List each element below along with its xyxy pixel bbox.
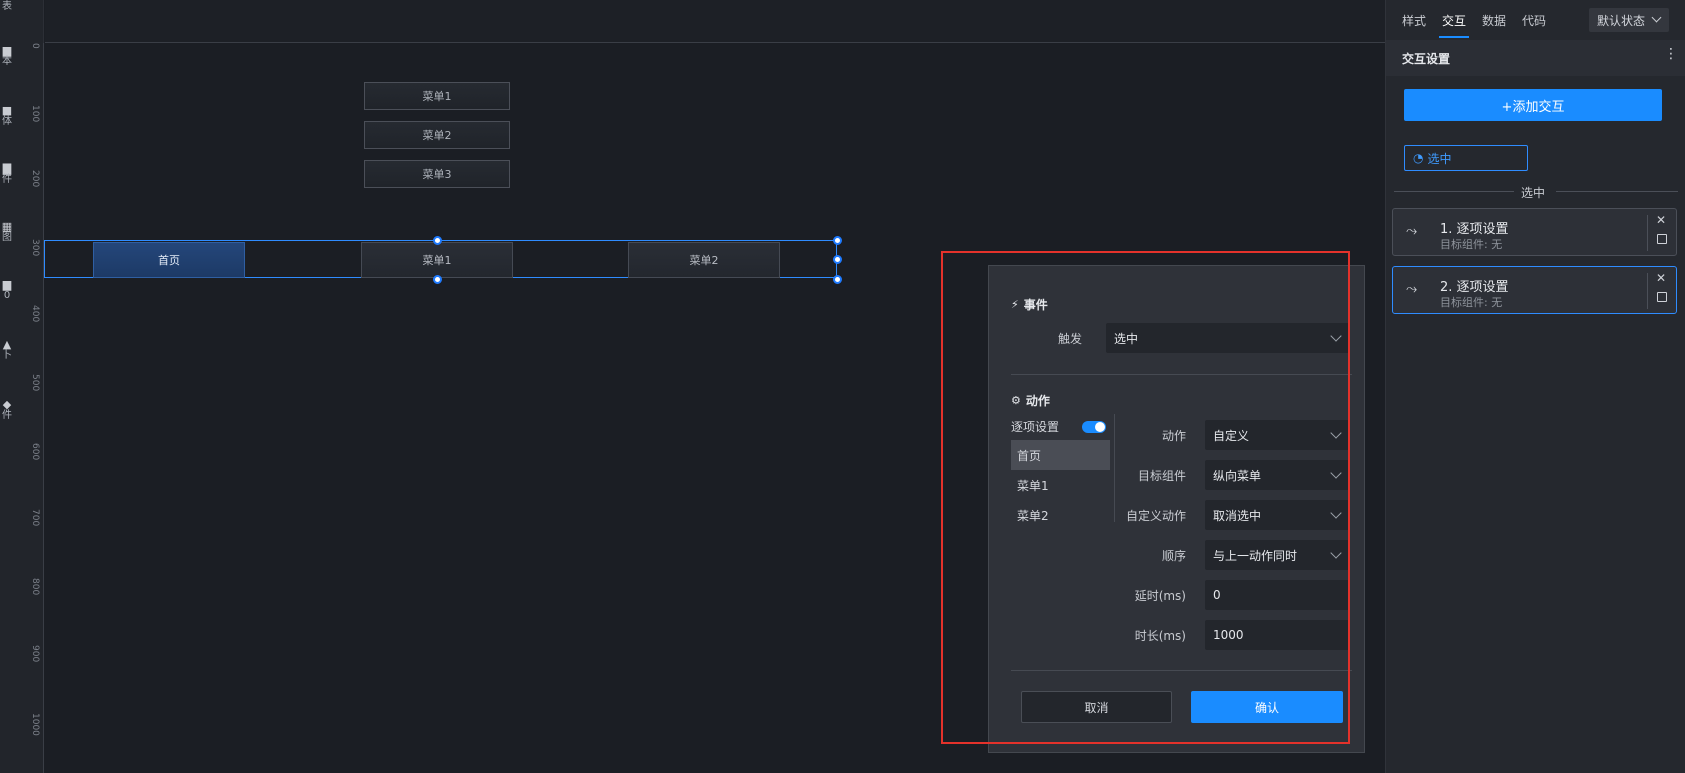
component-icon: ▇ [2, 162, 12, 175]
trigger-chip[interactable]: ◔ 选中 [1404, 145, 1528, 171]
ruler-tick: 200 [30, 170, 40, 188]
ruler-tick: 400 [30, 305, 40, 323]
canvas-vmenu-item-3[interactable]: 菜单3 [364, 160, 510, 188]
ruler-tick: 900 [30, 645, 40, 663]
tab-data[interactable]: 数据 [1482, 12, 1506, 29]
resize-handle-right[interactable] [833, 255, 842, 264]
toolbar-item-label: 件 [2, 174, 12, 185]
ruler-tick: 1000 [30, 713, 40, 736]
tab-code[interactable]: 代码 [1522, 12, 1546, 29]
shape-icon: ▲ [2, 338, 12, 351]
group-divider-right [1556, 191, 1678, 192]
toolbar-item-label: 图 [2, 232, 12, 243]
canvas-hmenu-item-2[interactable]: 菜单2 [628, 242, 780, 278]
copy-icon[interactable] [1657, 234, 1667, 244]
toolbar-item-label: 本 [2, 56, 12, 67]
chevron-down-icon [1651, 12, 1662, 23]
ruler-tick: 300 [30, 239, 40, 257]
state-select[interactable]: 默认状态 [1589, 8, 1669, 32]
toolbar-item-6[interactable]: ▲ 卜 [0, 330, 14, 370]
close-icon[interactable]: ✕ [1656, 213, 1666, 227]
ruler-tick: 700 [30, 509, 40, 527]
canvas-hmenu-item-1[interactable]: 菜单1 [361, 242, 513, 278]
interaction-card[interactable]: ⤳ 1. 逐项设置 目标组件: 无 ✕ [1392, 208, 1677, 256]
resize-handle-bottom-right[interactable] [833, 275, 842, 284]
toolbar-item-label: 表 [2, 0, 12, 12]
toolbar-item-4[interactable]: ▦ 图 [0, 212, 14, 252]
group-label: 选中 [1521, 186, 1546, 200]
close-icon[interactable]: ✕ [1656, 271, 1666, 285]
toolbar-item-label: 件 [2, 410, 12, 421]
ruler-tick: 0 [30, 43, 40, 49]
toolbar-item-label: 体 [2, 116, 12, 127]
text-icon: ▆ [2, 44, 12, 57]
add-interaction-button[interactable]: +添加交互 [1404, 89, 1662, 121]
ruler-tick: 100 [30, 105, 40, 123]
toolbar-item-5[interactable]: ▆ 0 [0, 270, 14, 310]
toolbar-item-label: 卜 [2, 350, 12, 361]
more-icon[interactable]: ⋮ [1664, 46, 1678, 62]
copy-icon[interactable] [1657, 292, 1667, 302]
section-title: 交互设置 [1402, 52, 1451, 66]
vertical-ruler: 0 100 200 300 400 500 600 700 800 900 10… [28, 43, 44, 773]
tab-style[interactable]: 样式 [1402, 12, 1426, 29]
ruler-tick: 500 [30, 374, 40, 392]
top-ruler [45, 0, 1385, 43]
interaction-icon: ⤳ [1406, 223, 1418, 239]
media-icon: ■ [1, 104, 13, 117]
ruler-tick: 600 [30, 443, 40, 461]
right-panel: 样式 交互 数据 代码 默认状态 交互设置 ⋮ +添加交互 ◔ 选中 选中 ⤳ 1… [1385, 0, 1685, 773]
interaction-card[interactable]: ⤳ 2. 逐项设置 目标组件: 无 ✕ [1392, 266, 1677, 314]
device-icon: ▆ [2, 278, 12, 291]
interaction-icon: ⤳ [1406, 281, 1418, 297]
active-tab-indicator [1439, 36, 1469, 38]
map-icon: ▦ [1, 220, 13, 233]
toolbar-item-2[interactable]: ■ 体 [0, 96, 14, 136]
resize-handle-top[interactable] [433, 236, 442, 245]
section-header: 交互设置 ⋮ [1386, 40, 1685, 76]
canvas-vmenu-item-2[interactable]: 菜单2 [364, 121, 510, 149]
highlight-annotation [941, 251, 1350, 744]
group-divider-left [1394, 191, 1514, 192]
widget-icon: ◆ [2, 398, 12, 411]
toolbar-item-0[interactable]: 表 [0, 0, 14, 26]
pointer-icon: ◔ [1413, 151, 1424, 165]
toolbar-item-7[interactable]: ◆ 件 [0, 390, 14, 430]
tab-interaction[interactable]: 交互 [1442, 12, 1466, 29]
ruler-tick: 800 [30, 578, 40, 596]
toolbar-item-3[interactable]: ▇ 件 [0, 154, 14, 194]
resize-handle-top-right[interactable] [833, 236, 842, 245]
toolbar-item-1[interactable]: ▆ 本 [0, 36, 14, 76]
resize-handle-bottom[interactable] [433, 275, 442, 284]
canvas-vmenu-item-1[interactable]: 菜单1 [364, 82, 510, 110]
toolbar-item-label: 0 [3, 290, 11, 301]
canvas-hmenu-home[interactable]: 首页 [93, 242, 245, 278]
